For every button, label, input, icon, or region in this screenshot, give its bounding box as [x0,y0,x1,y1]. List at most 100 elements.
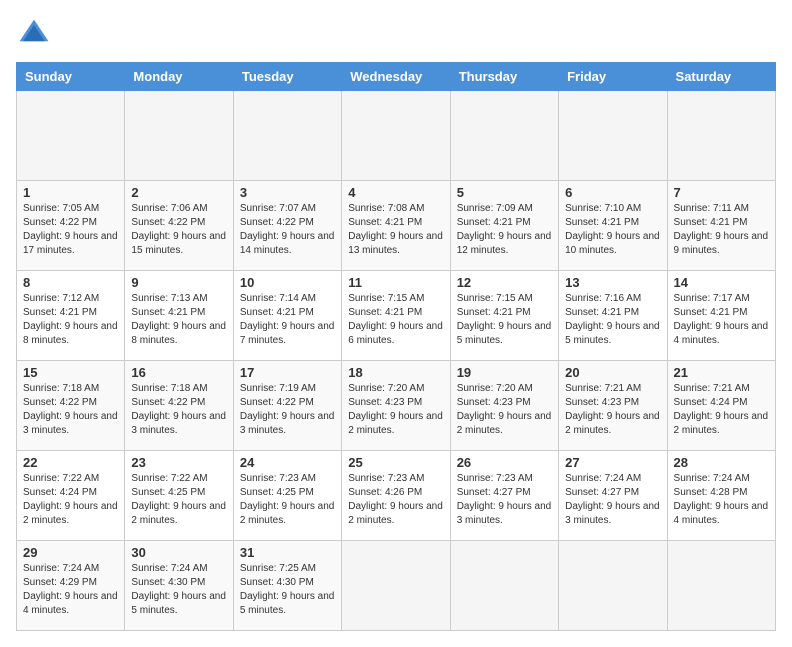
page-header [16,16,776,52]
calendar-cell: 24Sunrise: 7:23 AMSunset: 4:25 PMDayligh… [233,451,341,541]
calendar-cell: 17 Sunrise: 7:19 AMSunset: 4:22 PMDayligh… [233,361,341,451]
day-info: Sunrise: 7:06 AMSunset: 4:22 PMDaylight:… [131,202,226,258]
calendar-cell: 13 Sunrise: 7:16 AMSunset: 4:21 PMDayligh… [559,271,667,361]
day-info: Sunrise: 7:07 AMSunset: 4:22 PMDaylight:… [240,202,335,258]
day-number: 20 [565,365,660,380]
day-info: Sunrise: 7:09 AMSunset: 4:21 PMDaylight:… [457,202,552,258]
day-number: 24 [240,455,335,470]
day-number: 23 [131,455,226,470]
calendar-cell: 31Sunrise: 7:25 AMSunset: 4:30 PMDayligh… [233,541,341,631]
calendar-cell: 30 Sunrise: 7:24 AMSunset: 4:30 PMDayligh… [125,541,233,631]
day-number: 16 [131,365,226,380]
calendar-cell: 28Sunrise: 7:24 AMSunset: 4:28 PMDayligh… [667,451,775,541]
calendar-cell: 21Sunrise: 7:21 AMSunset: 4:24 PMDayligh… [667,361,775,451]
day-number: 1 [23,185,118,200]
calendar-cell: 9Sunrise: 7:13 AMSunset: 4:21 PMDaylight… [125,271,233,361]
day-info: Sunrise: 7:22 AMSunset: 4:24 PMDaylight:… [23,472,118,528]
day-info: Sunrise: 7:18 AMSunset: 4:22 PMDaylight:… [131,382,226,438]
day-info: Sunrise: 7:14 AMSunset: 4:21 PMDaylight:… [240,292,335,348]
calendar-cell [342,91,450,181]
calendar-cell [342,541,450,631]
day-info: Sunrise: 7:22 AMSunset: 4:25 PMDaylight:… [131,472,226,528]
day-number: 9 [131,275,226,290]
day-info: Sunrise: 7:10 AMSunset: 4:21 PMDaylight:… [565,202,660,258]
day-info: Sunrise: 7:15 AMSunset: 4:21 PMDaylight:… [457,292,552,348]
calendar-cell: 8 Sunrise: 7:12 AMSunset: 4:21 PMDaylight… [17,271,125,361]
calendar-cell [559,91,667,181]
day-number: 7 [674,185,769,200]
calendar-cell [667,91,775,181]
calendar-cell: 2 Sunrise: 7:06 AMSunset: 4:22 PMDaylight… [125,181,233,271]
calendar-cell [233,91,341,181]
day-info: Sunrise: 7:18 AMSunset: 4:22 PMDaylight:… [23,382,118,438]
calendar-cell [667,541,775,631]
calendar-cell: 4 Sunrise: 7:08 AMSunset: 4:21 PMDaylight… [342,181,450,271]
calendar-cell [125,91,233,181]
day-number: 8 [23,275,118,290]
day-info: Sunrise: 7:16 AMSunset: 4:21 PMDaylight:… [565,292,660,348]
week-row-6: 29 Sunrise: 7:24 AMSunset: 4:29 PMDayligh… [17,541,776,631]
day-header-friday: Friday [559,63,667,91]
logo [16,16,56,52]
day-number: 14 [674,275,769,290]
day-header-thursday: Thursday [450,63,558,91]
day-info: Sunrise: 7:19 AMSunset: 4:22 PMDaylight:… [240,382,335,438]
day-number: 19 [457,365,552,380]
day-number: 31 [240,545,335,560]
week-row-4: 15 Sunrise: 7:18 AMSunset: 4:22 PMDayligh… [17,361,776,451]
day-number: 11 [348,275,443,290]
week-row-1 [17,91,776,181]
week-row-3: 8 Sunrise: 7:12 AMSunset: 4:21 PMDaylight… [17,271,776,361]
calendar-cell: 7 Sunrise: 7:11 AMSunset: 4:21 PMDaylight… [667,181,775,271]
day-info: Sunrise: 7:15 AMSunset: 4:21 PMDaylight:… [348,292,443,348]
calendar-cell: 3Sunrise: 7:07 AMSunset: 4:22 PMDaylight… [233,181,341,271]
day-info: Sunrise: 7:21 AMSunset: 4:24 PMDaylight:… [674,382,769,438]
day-header-tuesday: Tuesday [233,63,341,91]
week-row-2: 1Sunrise: 7:05 AMSunset: 4:22 PMDaylight… [17,181,776,271]
calendar-cell: 11 Sunrise: 7:15 AMSunset: 4:21 PMDayligh… [342,271,450,361]
day-number: 13 [565,275,660,290]
day-number: 28 [674,455,769,470]
day-header-saturday: Saturday [667,63,775,91]
day-number: 29 [23,545,118,560]
calendar-cell: 6 Sunrise: 7:10 AMSunset: 4:21 PMDaylight… [559,181,667,271]
calendar-cell: 10 Sunrise: 7:14 AMSunset: 4:21 PMDayligh… [233,271,341,361]
day-number: 27 [565,455,660,470]
day-number: 17 [240,365,335,380]
day-number: 5 [457,185,552,200]
calendar-cell: 27 Sunrise: 7:24 AMSunset: 4:27 PMDayligh… [559,451,667,541]
day-number: 4 [348,185,443,200]
calendar-cell: 15 Sunrise: 7:18 AMSunset: 4:22 PMDayligh… [17,361,125,451]
day-info: Sunrise: 7:23 AMSunset: 4:27 PMDaylight:… [457,472,552,528]
calendar-cell: 19 Sunrise: 7:20 AMSunset: 4:23 PMDayligh… [450,361,558,451]
day-number: 10 [240,275,335,290]
day-number: 2 [131,185,226,200]
calendar: SundayMondayTuesdayWednesdayThursdayFrid… [16,62,776,631]
day-number: 30 [131,545,226,560]
calendar-cell: 14 Sunrise: 7:17 AMSunset: 4:21 PMDayligh… [667,271,775,361]
day-number: 26 [457,455,552,470]
day-number: 25 [348,455,443,470]
day-info: Sunrise: 7:24 AMSunset: 4:30 PMDaylight:… [131,562,226,618]
days-header-row: SundayMondayTuesdayWednesdayThursdayFrid… [17,63,776,91]
day-number: 15 [23,365,118,380]
day-info: Sunrise: 7:23 AMSunset: 4:26 PMDaylight:… [348,472,443,528]
day-info: Sunrise: 7:12 AMSunset: 4:21 PMDaylight:… [23,292,118,348]
calendar-cell: 12Sunrise: 7:15 AMSunset: 4:21 PMDayligh… [450,271,558,361]
calendar-cell: 18Sunrise: 7:20 AMSunset: 4:23 PMDayligh… [342,361,450,451]
calendar-cell: 29 Sunrise: 7:24 AMSunset: 4:29 PMDayligh… [17,541,125,631]
day-info: Sunrise: 7:11 AMSunset: 4:21 PMDaylight:… [674,202,769,258]
day-info: Sunrise: 7:17 AMSunset: 4:21 PMDaylight:… [674,292,769,348]
day-info: Sunrise: 7:24 AMSunset: 4:27 PMDaylight:… [565,472,660,528]
calendar-cell: 22Sunrise: 7:22 AMSunset: 4:24 PMDayligh… [17,451,125,541]
logo-icon [16,16,52,52]
day-number: 6 [565,185,660,200]
day-number: 18 [348,365,443,380]
day-info: Sunrise: 7:08 AMSunset: 4:21 PMDaylight:… [348,202,443,258]
calendar-cell: 25 Sunrise: 7:23 AMSunset: 4:26 PMDayligh… [342,451,450,541]
calendar-cell: 5 Sunrise: 7:09 AMSunset: 4:21 PMDaylight… [450,181,558,271]
day-header-sunday: Sunday [17,63,125,91]
day-info: Sunrise: 7:20 AMSunset: 4:23 PMDaylight:… [457,382,552,438]
calendar-cell [559,541,667,631]
day-info: Sunrise: 7:24 AMSunset: 4:29 PMDaylight:… [23,562,118,618]
